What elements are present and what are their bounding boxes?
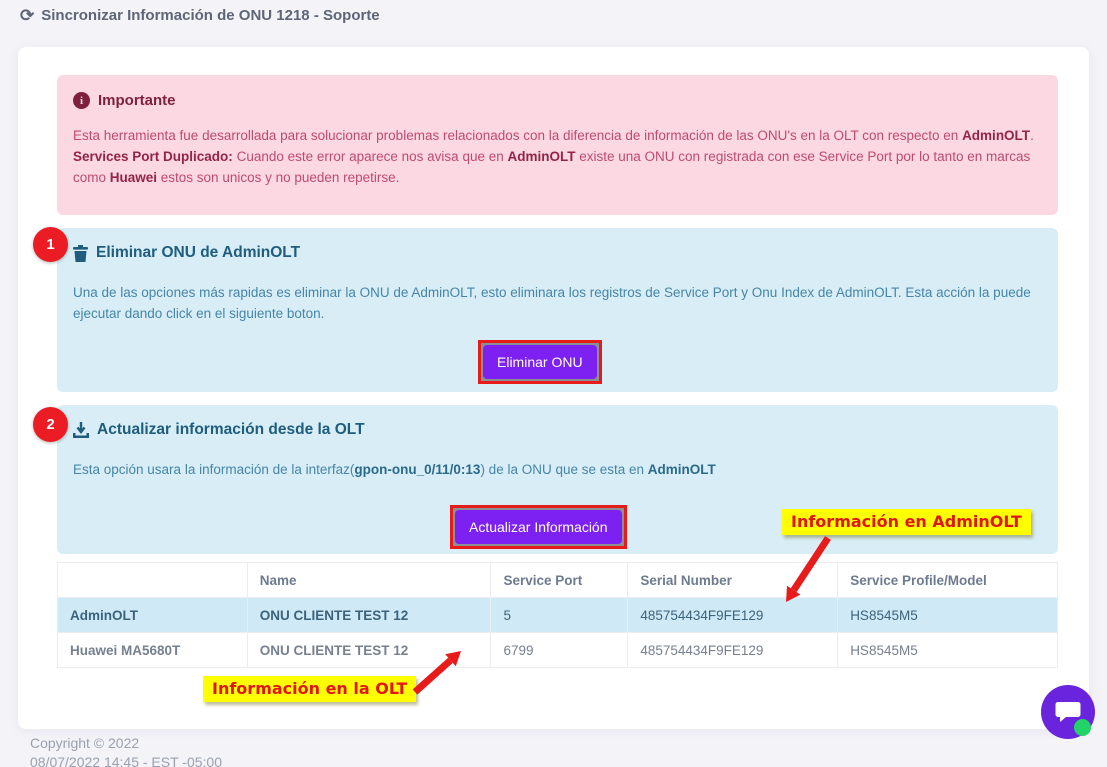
red-arrow-to-adminolt-row [770, 533, 850, 613]
page-title: ⟳ Sincronizar Información de ONU 1218 - … [20, 7, 380, 24]
cell-service-profile: HS8545M5 [838, 598, 1058, 633]
table-row-huawei-olt: Huawei MA5680T ONU CLIENTE TEST 12 6799 … [58, 633, 1058, 668]
section-2-header: Actualizar información desde la OLT [73, 421, 1042, 439]
cell-source: Huawei MA5680T [58, 633, 248, 668]
page: ⟳ Sincronizar Información de ONU 1218 - … [0, 0, 1107, 767]
cell-name: ONU CLIENTE TEST 12 [247, 598, 491, 633]
alert-header: i Importante [73, 92, 1042, 109]
step-1-badge: 1 [33, 227, 68, 262]
download-icon [73, 422, 89, 438]
section-2-title: Actualizar información desde la OLT [97, 421, 365, 439]
alert-body: Esta herramienta fue desarrollada para s… [73, 125, 1042, 188]
footer-datetime: 08/07/2022 14:45 - EST -05:00 [30, 754, 222, 767]
col-name: Name [247, 563, 491, 598]
step-2-badge: 2 [33, 407, 68, 442]
eliminar-onu-button-highlight: Eliminar ONU [478, 340, 602, 384]
cell-source: AdminOLT [58, 598, 248, 633]
cell-service-port: 5 [491, 598, 628, 633]
page-title-text: Sincronizar Información de ONU 1218 - So… [41, 7, 379, 24]
cell-service-port: 6799 [491, 633, 628, 668]
section-1-title: Eliminar ONU de AdminOLT [96, 244, 300, 262]
table-header-row: Name Service Port Serial Number Service … [58, 563, 1058, 598]
alert-title: Importante [98, 92, 176, 109]
section-2-body: Esta opción usara la información de la i… [73, 459, 1042, 480]
annotation-info-olt: Información en la OLT [203, 676, 416, 702]
col-source [58, 563, 248, 598]
col-service-profile: Service Profile/Model [838, 563, 1058, 598]
onu-comparison-table: Name Service Port Serial Number Service … [57, 562, 1058, 668]
cell-serial-number: 485754434F9FE129 [628, 633, 838, 668]
alert-paragraph-2: Services Port Duplicado: Cuando este err… [73, 146, 1042, 188]
cell-service-profile: HS8545M5 [838, 633, 1058, 668]
actualizar-info-button[interactable]: Actualizar Información [455, 510, 622, 544]
alert-paragraph-1: Esta herramienta fue desarrollada para s… [73, 125, 1042, 146]
red-arrow-to-olt-row [408, 643, 478, 703]
section-1-body: Una de las opciones más rapidas es elimi… [73, 282, 1042, 324]
actualizar-info-button-highlight: Actualizar Información [450, 505, 627, 549]
footer-copyright: Copyright © 2022 [30, 735, 139, 751]
important-alert: i Importante Esta herramienta fue desarr… [57, 75, 1058, 215]
table-row-adminolt: AdminOLT ONU CLIENTE TEST 12 5 485754434… [58, 598, 1058, 633]
col-service-port: Service Port [491, 563, 628, 598]
eliminar-onu-button[interactable]: Eliminar ONU [483, 345, 597, 379]
trash-icon [73, 245, 88, 262]
info-icon: i [73, 92, 90, 109]
annotation-info-adminolt: Información en AdminOLT [782, 509, 1031, 535]
sync-icon: ⟳ [20, 7, 34, 24]
online-status-dot [1074, 719, 1091, 736]
section-1-header: Eliminar ONU de AdminOLT [73, 244, 1042, 262]
